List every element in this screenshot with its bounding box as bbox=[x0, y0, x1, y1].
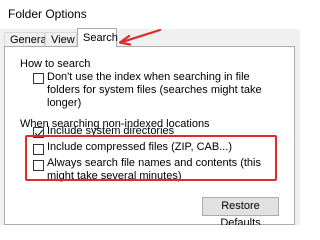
tab-search[interactable]: Search bbox=[77, 28, 118, 47]
folder-options-window: Folder Options General View Search How t… bbox=[0, 0, 300, 225]
restore-defaults-button[interactable]: Restore Defaults bbox=[202, 197, 279, 225]
arrow-annotation-icon bbox=[118, 28, 162, 46]
how-to-search-label: How to search bbox=[17, 58, 94, 71]
highlight-box-annotation bbox=[25, 135, 277, 181]
dont-use-index-label[interactable]: Don't use the index when searching in fi… bbox=[47, 71, 282, 110]
tab-general[interactable]: General bbox=[4, 32, 49, 46]
window-title: Folder Options bbox=[8, 7, 87, 21]
title-bar[interactable]: Folder Options bbox=[0, 0, 300, 30]
tab-view[interactable]: View bbox=[45, 32, 77, 46]
dont-use-index-checkbox[interactable] bbox=[33, 73, 44, 84]
